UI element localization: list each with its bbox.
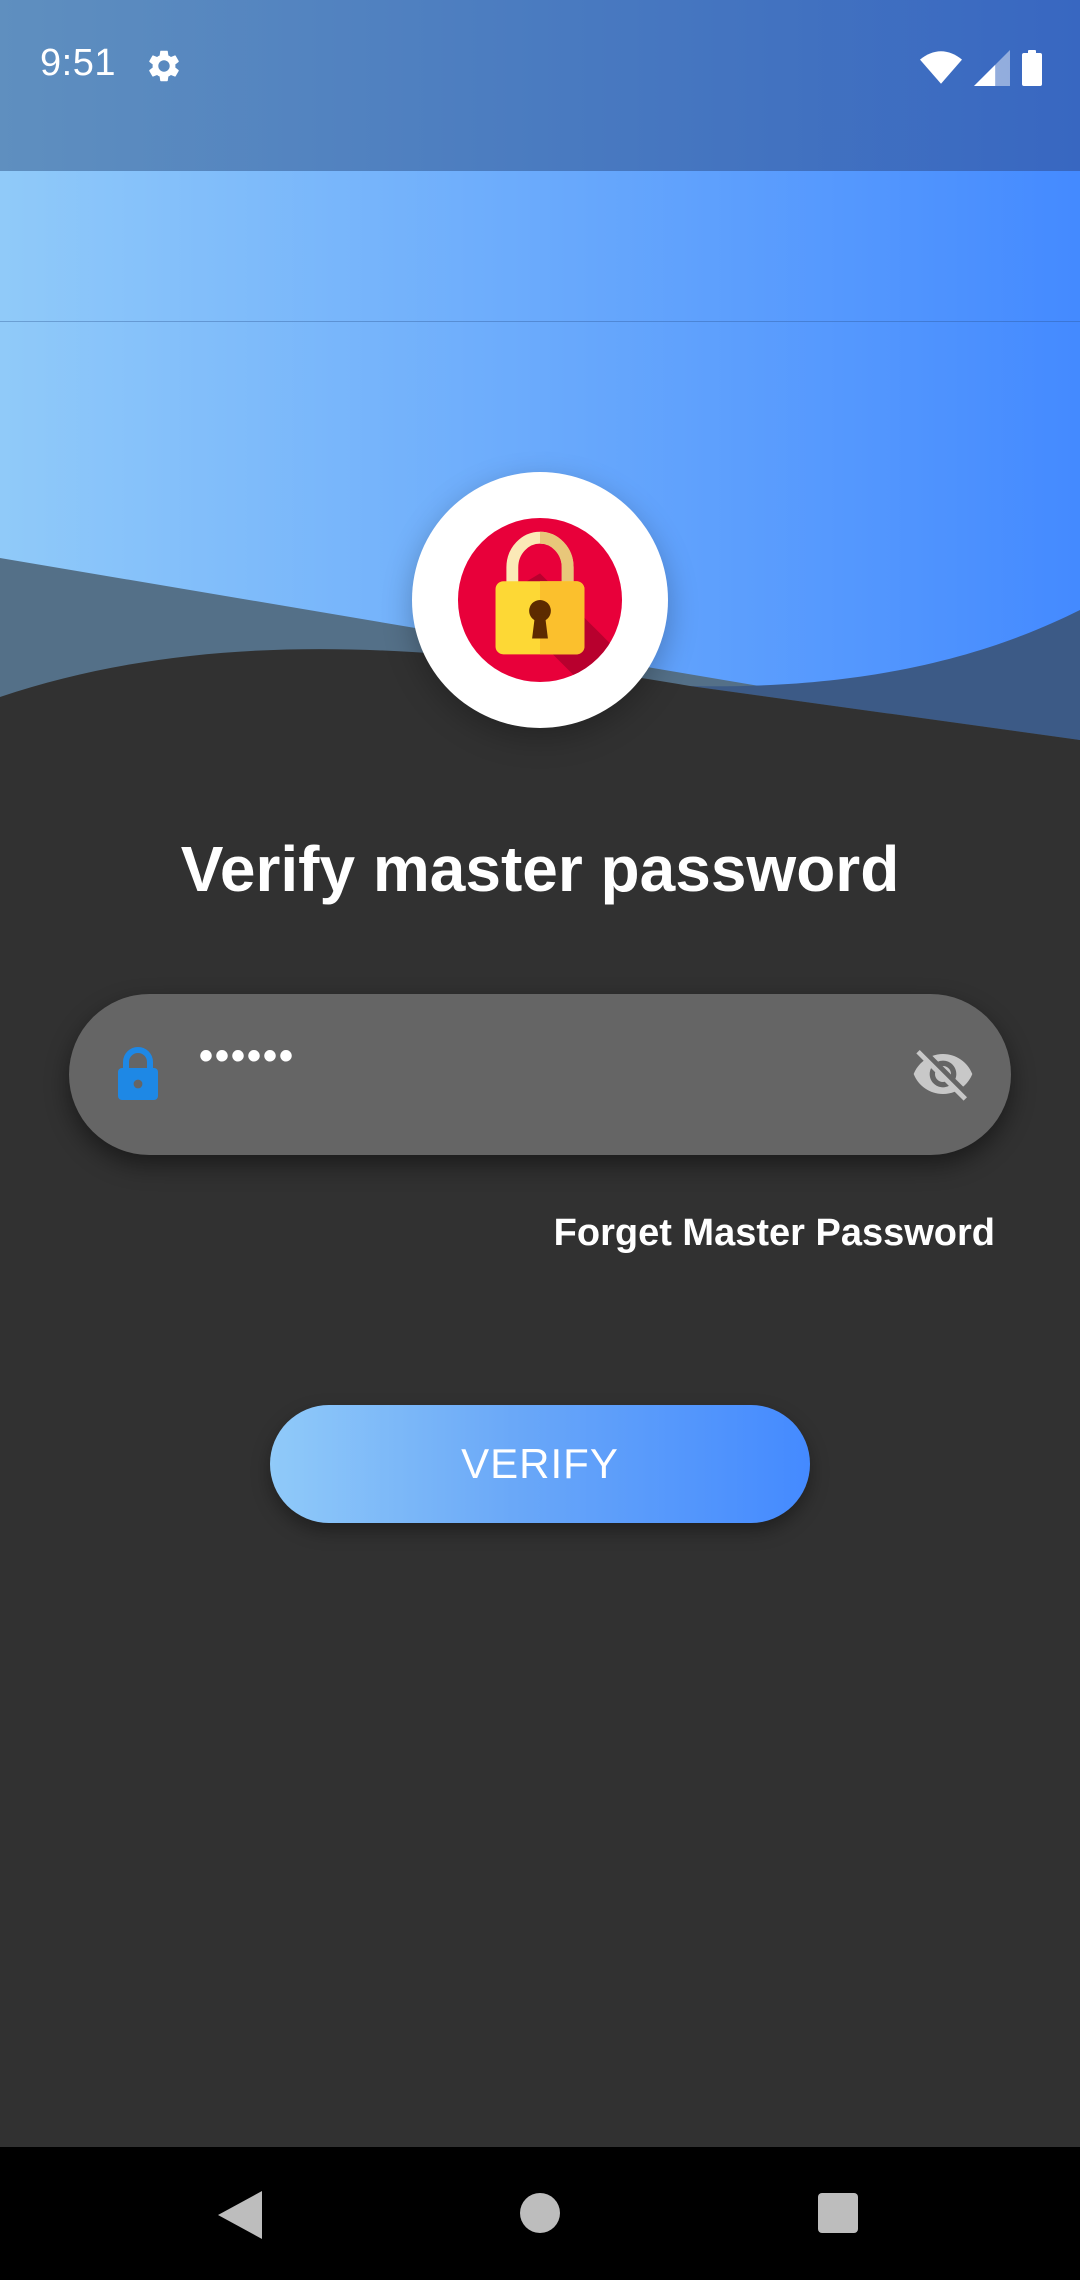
- cellular-signal-icon: [974, 50, 1010, 86]
- settings-icon: [149, 50, 179, 82]
- visibility-off-icon[interactable]: [911, 1042, 975, 1106]
- home-icon[interactable]: [520, 2193, 560, 2233]
- master-password-field[interactable]: ••••••: [69, 994, 1011, 1155]
- status-icons: [920, 48, 1042, 88]
- password-value[interactable]: ••••••: [199, 1034, 295, 1079]
- app-bar: [0, 171, 1080, 322]
- status-bar: 9:51: [0, 0, 1080, 171]
- forgot-password-link[interactable]: Forget Master Password: [554, 1212, 995, 1255]
- padlock-icon: [457, 517, 623, 683]
- battery-icon: [1022, 50, 1042, 86]
- verify-button[interactable]: VERIFY: [270, 1405, 810, 1523]
- verify-master-password-screen: 9:51 Verify master password •••••• Forge…: [0, 0, 1080, 2280]
- status-time: 9:51: [40, 42, 116, 84]
- app-badge: [412, 472, 668, 728]
- navigation-bar: [0, 2147, 1080, 2280]
- page-title: Verify master password: [180, 833, 900, 905]
- back-icon[interactable]: [218, 2191, 262, 2239]
- wifi-icon: [920, 51, 962, 84]
- recents-icon[interactable]: [818, 2193, 858, 2233]
- lock-icon: [118, 1046, 158, 1100]
